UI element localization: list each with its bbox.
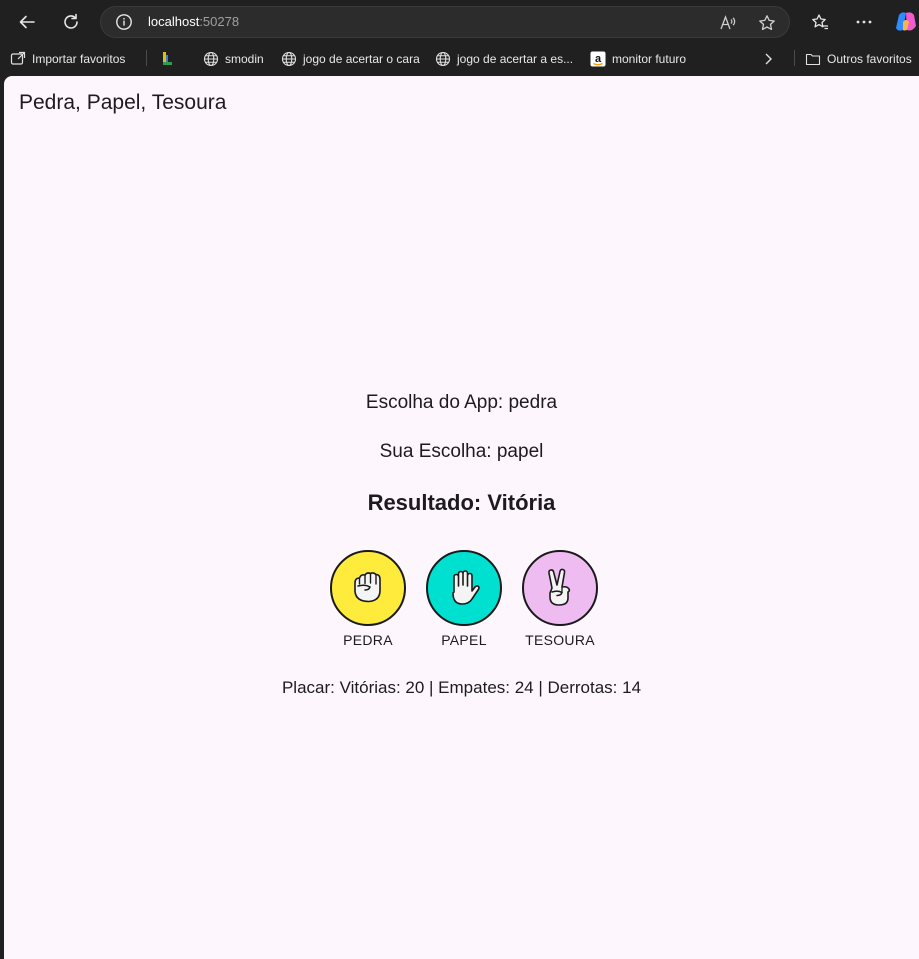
bookmark-green-app[interactable] xyxy=(160,49,180,69)
bookmark-jogo-es[interactable]: jogo de acertar a es... xyxy=(435,49,573,69)
app-bar-title: Pedra, Papel, Tesoura xyxy=(19,91,227,114)
star-icon[interactable] xyxy=(757,13,777,33)
browser-window: localhost:50278 Importar favoritos smodi… xyxy=(0,0,919,959)
tesoura-label: TESOURA xyxy=(525,632,595,648)
address-bar[interactable]: localhost:50278 xyxy=(100,6,790,38)
favorites-icon[interactable] xyxy=(804,6,836,38)
bookmark-label: Importar favoritos xyxy=(32,52,126,66)
fist-icon xyxy=(354,572,381,603)
page-viewport: Pedra, Papel, Tesoura Escolha do App: pe… xyxy=(4,76,919,959)
more-options-icon[interactable] xyxy=(848,6,880,38)
tesoura-circle[interactable] xyxy=(522,550,598,626)
url-text[interactable]: localhost:50278 xyxy=(148,14,239,29)
globe-icon xyxy=(203,51,219,67)
import-icon xyxy=(10,51,26,65)
amazon-icon: a xyxy=(590,51,606,67)
url-host: localhost xyxy=(148,14,200,29)
svg-text:a: a xyxy=(595,53,602,65)
bookmark-label: Outros favoritos xyxy=(827,52,912,66)
papel-circle[interactable] xyxy=(426,550,502,626)
bookmarks-divider xyxy=(146,50,147,66)
globe-icon xyxy=(281,51,297,67)
bookmark-label: smodin xyxy=(225,52,264,66)
folder-icon xyxy=(805,53,821,66)
bookmark-label: jogo de acertar o cara xyxy=(303,52,420,66)
green-app-icon xyxy=(163,52,172,65)
bookmarks-overflow-chevron-icon[interactable] xyxy=(762,49,780,69)
refresh-icon[interactable] xyxy=(55,6,87,38)
app-choice-text: Escolha do App: pedra xyxy=(365,392,558,413)
papel-label: PAPEL xyxy=(441,632,487,648)
bookmark-label: jogo de acertar a es... xyxy=(457,52,574,66)
score-text: Placar: Vitórias: 20 | Empates: 24 | Der… xyxy=(281,678,642,697)
url-port: :50278 xyxy=(199,14,240,29)
info-icon[interactable] xyxy=(115,13,133,31)
browser-toolbar: localhost:50278 xyxy=(0,0,919,44)
choice-buttons: PEDRA PAPEL TESOURA xyxy=(330,550,600,650)
bookmark-monitor-futuro[interactable]: a monitor futuro xyxy=(590,49,686,69)
bookmark-import-favorites[interactable]: Importar favoritos xyxy=(10,49,125,69)
bookmark-smodin[interactable]: smodin xyxy=(203,49,264,69)
pedra-label: PEDRA xyxy=(343,632,393,648)
user-choice-text: Sua Escolha: papel xyxy=(379,441,544,462)
bookmark-label: monitor futuro xyxy=(612,52,687,66)
open-hand-icon xyxy=(452,570,480,605)
pedra-circle[interactable] xyxy=(330,550,406,626)
victory-hand-icon xyxy=(548,568,571,606)
tesoura-button[interactable]: TESOURA xyxy=(522,550,598,648)
bookmark-other-favorites[interactable]: Outros favoritos xyxy=(805,49,912,69)
bookmarks-divider xyxy=(794,50,795,66)
copilot-icon[interactable] xyxy=(890,6,919,38)
papel-button[interactable]: PAPEL xyxy=(426,550,502,648)
result-text: Resultado: Vitória xyxy=(367,490,556,515)
bookmarks-bar: Importar favoritos smodin jogo de acerta… xyxy=(0,44,919,74)
pedra-button[interactable]: PEDRA xyxy=(330,550,406,648)
globe-icon xyxy=(435,51,451,67)
back-arrow-icon[interactable] xyxy=(11,6,43,38)
bookmark-jogo-cara[interactable]: jogo de acertar o cara xyxy=(281,49,420,69)
read-aloud-icon[interactable] xyxy=(718,13,738,33)
